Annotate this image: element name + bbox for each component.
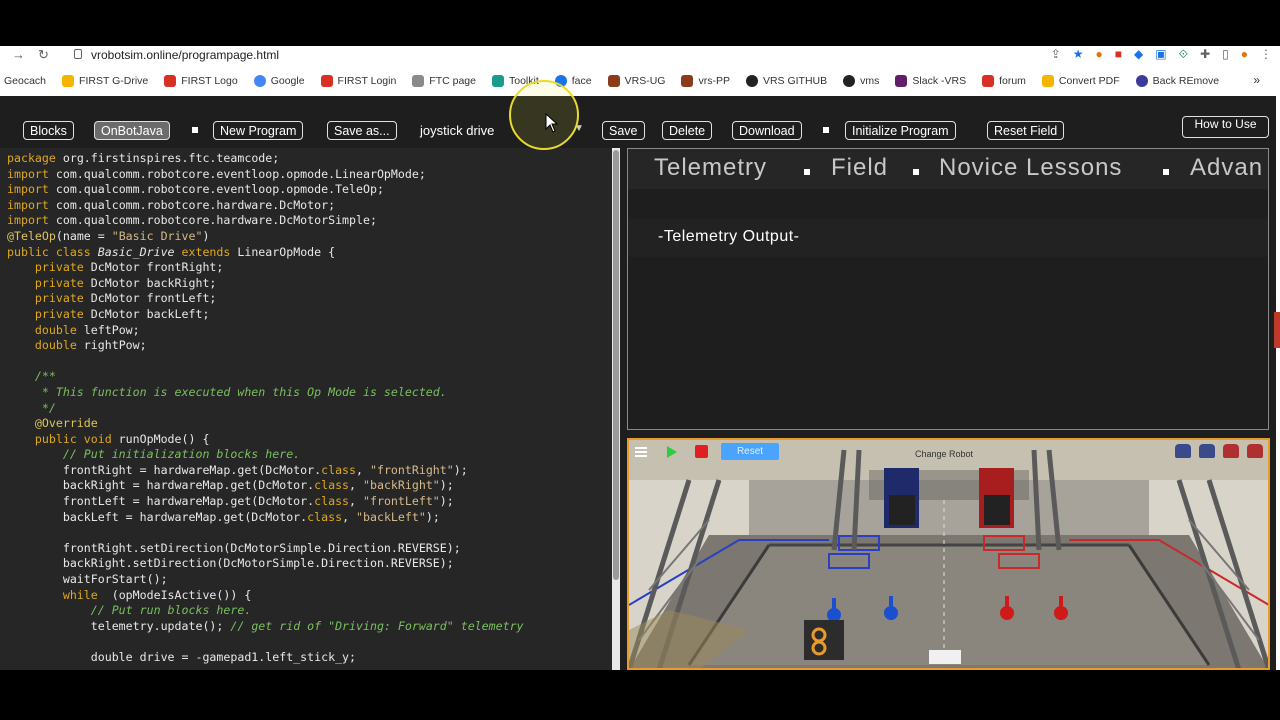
panel-tabs: Telemetry Field Novice Lessons Advan bbox=[628, 149, 1268, 189]
cursor-highlight bbox=[509, 80, 579, 150]
menu-icon[interactable] bbox=[635, 447, 647, 449]
bookmark-icon bbox=[681, 75, 694, 87]
gmail-icon bbox=[982, 75, 995, 87]
bookmark-item[interactable]: forum bbox=[982, 75, 1026, 87]
reload-icon[interactable]: ↻ bbox=[38, 47, 49, 63]
save-button[interactable]: Save bbox=[602, 121, 645, 140]
separator bbox=[192, 127, 198, 133]
tab-novice-lessons[interactable]: Novice Lessons bbox=[939, 154, 1122, 182]
download-button[interactable]: Download bbox=[732, 121, 802, 140]
save-as-button[interactable]: Save as... bbox=[327, 121, 397, 140]
more-bookmarks-icon[interactable]: » bbox=[1253, 73, 1260, 87]
tab-advanced[interactable]: Advan bbox=[1190, 154, 1263, 182]
github-icon bbox=[745, 75, 758, 87]
browser-window: → ↻ vrobotsim.online/programpage.html ⇪ … bbox=[0, 46, 1280, 670]
extension-icon[interactable]: ◆ bbox=[1134, 47, 1143, 62]
star-icon[interactable]: ★ bbox=[1073, 47, 1084, 62]
extension-icon[interactable]: ■ bbox=[1115, 47, 1122, 62]
share-icon[interactable]: ⇪ bbox=[1051, 47, 1061, 62]
bookmark-icon bbox=[164, 75, 177, 87]
simulator-toolbar: Reset Change Robot bbox=[629, 440, 1268, 464]
url-text[interactable]: vrobotsim.online/programpage.html bbox=[91, 48, 279, 62]
bookmark-icon bbox=[412, 75, 425, 87]
forward-icon[interactable]: → bbox=[12, 47, 25, 62]
mouse-pointer-icon bbox=[545, 113, 559, 133]
bookmark-icon bbox=[607, 75, 620, 87]
bookmark-item[interactable]: VRS-UG bbox=[607, 75, 665, 87]
tab-separator bbox=[1163, 169, 1169, 175]
program-select[interactable]: joystick drive bbox=[420, 123, 494, 138]
extension-icon[interactable]: ▣ bbox=[1155, 47, 1166, 62]
vrs-app: Blocks OnBotJava New Program Save as... … bbox=[0, 96, 1280, 670]
bookmark-icon bbox=[1041, 75, 1054, 87]
bookmark-item[interactable]: vrs-PP bbox=[681, 75, 730, 87]
robot-icon[interactable] bbox=[1247, 444, 1263, 458]
bookmark-icon bbox=[253, 75, 266, 87]
lock-icon bbox=[74, 49, 82, 59]
initialize-program-button[interactable]: Initialize Program bbox=[845, 121, 956, 140]
sidebar-icon[interactable]: ▯ bbox=[1222, 47, 1229, 62]
bookmark-item[interactable]: FIRST Logo bbox=[164, 75, 238, 87]
new-program-button[interactable]: New Program bbox=[213, 121, 304, 140]
menu-icon[interactable]: ⋮ bbox=[1260, 47, 1272, 62]
bookmark-icon bbox=[843, 75, 856, 87]
tab-telemetry[interactable]: Telemetry bbox=[654, 154, 767, 182]
separator bbox=[823, 127, 829, 133]
toolbar: Blocks OnBotJava New Program Save as... … bbox=[0, 96, 1276, 148]
stop-icon[interactable] bbox=[695, 445, 708, 458]
blocks-button[interactable]: Blocks bbox=[23, 121, 74, 140]
bookmark-icon bbox=[320, 75, 333, 87]
bookmark-icon bbox=[1135, 75, 1148, 87]
robot-simulator[interactable]: Reset Change Robot bbox=[627, 438, 1270, 670]
page-scrollbar-marker bbox=[1274, 312, 1280, 348]
bookmark-item[interactable]: FIRST Login bbox=[320, 75, 396, 87]
telemetry-output: -Telemetry Output- bbox=[628, 219, 1268, 257]
bookmark-item[interactable]: Convert PDF bbox=[1041, 75, 1120, 87]
tab-separator bbox=[804, 169, 810, 175]
robot-icon[interactable] bbox=[1199, 444, 1215, 458]
bookmark-item[interactable]: FIRST G-Drive bbox=[62, 75, 148, 87]
robot-icon[interactable] bbox=[1223, 444, 1239, 458]
puzzle-icon[interactable]: ✚ bbox=[1200, 47, 1210, 62]
robot-icon[interactable] bbox=[1175, 444, 1191, 458]
onbotjava-button[interactable]: OnBotJava bbox=[94, 121, 170, 140]
bookmark-item[interactable]: Back REmove bbox=[1135, 75, 1219, 87]
bookmark-icon bbox=[62, 75, 75, 87]
bookmark-item[interactable]: Google bbox=[253, 75, 305, 87]
telemetry-output-label: -Telemetry Output- bbox=[658, 228, 800, 245]
robot-selector bbox=[1175, 444, 1263, 458]
info-panel: Telemetry Field Novice Lessons Advan -Te… bbox=[627, 148, 1269, 430]
bookmark-icon bbox=[491, 75, 504, 87]
reset-field-button[interactable]: Reset Field bbox=[987, 121, 1065, 140]
bookmark-item[interactable]: vms bbox=[843, 75, 879, 87]
sim-reset-button[interactable]: Reset bbox=[721, 443, 779, 460]
delete-button[interactable]: Delete bbox=[662, 121, 713, 140]
profile-icon[interactable]: ● bbox=[1241, 47, 1248, 62]
extension-icon[interactable]: ⟐ bbox=[1179, 47, 1188, 62]
bookmarks-bar: Geocach FIRST G-Drive FIRST Logo Google … bbox=[0, 68, 1280, 94]
code-editor[interactable]: package org.firstinspires.ftc.teamcode; … bbox=[0, 148, 612, 670]
bookmark-item[interactable]: Slack -VRS bbox=[895, 75, 966, 87]
tab-field[interactable]: Field bbox=[831, 154, 888, 182]
extension-icon[interactable]: ● bbox=[1096, 47, 1103, 62]
editor-scrollbar-thumb[interactable] bbox=[613, 150, 619, 580]
tab-separator bbox=[913, 169, 919, 175]
address-bar[interactable]: → ↻ vrobotsim.online/programpage.html ⇪ … bbox=[0, 46, 1280, 66]
field-view bbox=[629, 440, 1268, 668]
bookmark-item[interactable]: VRS GITHUB bbox=[745, 75, 827, 87]
change-robot-button[interactable]: Change Robot bbox=[915, 449, 973, 459]
slack-icon bbox=[895, 75, 908, 87]
bookmark-item[interactable]: Geocach bbox=[4, 75, 46, 87]
how-to-use-button[interactable]: How to Use bbox=[1182, 116, 1269, 138]
play-icon[interactable] bbox=[667, 446, 677, 458]
bookmark-item[interactable]: FTC page bbox=[412, 75, 476, 87]
